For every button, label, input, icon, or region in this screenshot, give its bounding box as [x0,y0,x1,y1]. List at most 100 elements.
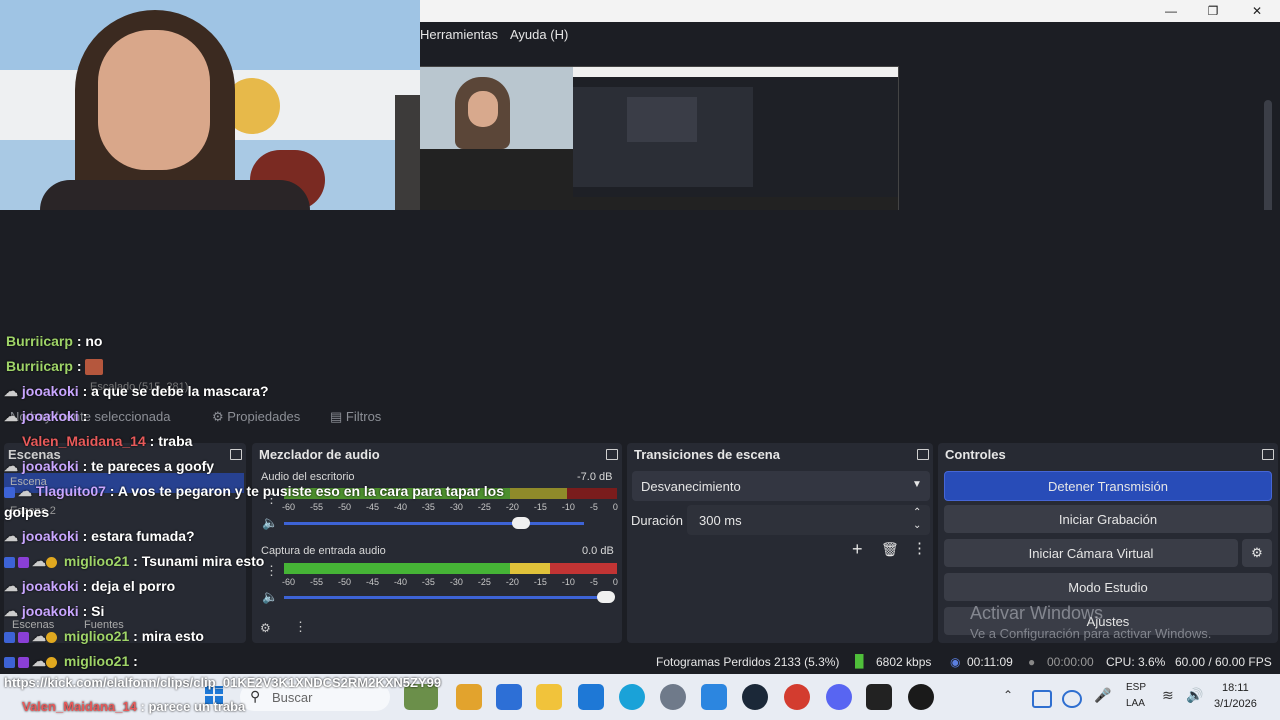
kebab-menu-icon[interactable]: ⋮ [294,619,307,635]
discord-icon[interactable] [826,684,852,710]
settings-icon[interactable] [660,684,686,710]
badge-icon [46,631,57,643]
chat-message: Valen_Maidana_14 : parece un traba [22,699,246,714]
preview-nested-window [573,77,898,197]
sync-icon[interactable] [1032,690,1052,708]
volume-slider-track[interactable] [284,596,604,599]
badge-icon [4,556,15,568]
dock-float-icon[interactable] [1262,449,1274,460]
steam-icon[interactable] [742,684,768,710]
speaker-icon[interactable]: 🔈 [262,515,278,531]
preview-webcam-thumb [415,67,575,149]
outlook-icon[interactable] [496,684,522,710]
watermark-line1: Activar Windows [970,603,1104,623]
preview-nested-titlebar [573,67,898,77]
streaming-icon: ◉ [950,655,961,669]
dock-float-icon[interactable] [917,449,929,460]
chevron-down-icon[interactable]: ⌄ [913,520,921,531]
chat-message: ☁ miglioo21 : mira esto [0,628,204,645]
volume-slider-track[interactable] [284,522,584,525]
volume-slider-handle[interactable] [597,591,615,603]
file-explorer-icon[interactable] [536,684,562,710]
chevron-up-icon[interactable]: ⌃ [913,507,921,518]
menu-ayuda[interactable]: Ayuda (H) [510,27,568,42]
webcam-overlay [0,0,420,210]
store-icon[interactable] [578,684,604,710]
filters-button[interactable]: ▤ Filtros [330,409,381,425]
badge-icon: ☁ [32,653,46,669]
maximize-button[interactable]: ❐ [1190,0,1236,22]
epic-games-icon[interactable] [866,684,892,710]
keyboard-layout-indicator[interactable]: LAA [1126,698,1145,709]
start-virtual-camera-button[interactable]: Iniciar Cámara Virtual [944,539,1238,567]
menubar: Herramientas Ayuda (H) [420,22,1280,46]
minimize-button[interactable]: — [1148,0,1194,22]
badge-icon: ☁ [4,458,18,474]
microphone-icon[interactable]: 🎤 [1094,687,1111,704]
chrome-icon[interactable] [784,684,810,710]
windows-activation-watermark: Activar Windows Ve a Configuración para … [970,603,1211,641]
chat-message: ☁ miglioo21 : Tsunami mira esto [0,553,264,570]
language-indicator[interactable]: ESP [1126,682,1146,693]
clock-time[interactable]: 18:11 [1222,682,1249,694]
watermark-line2: Ve a Configuración para activar Windows. [970,626,1212,641]
search-placeholder: Buscar [272,690,313,705]
properties-button[interactable]: ⚙ Propiedades [212,409,300,425]
trash-icon[interactable]: 🗑 [881,541,899,558]
add-transition-icon[interactable]: + [852,539,863,560]
gear-icon: ⚙ [212,409,228,424]
badge-icon: ☁ [4,578,18,594]
chat-message: ☁ jooakoki : a que se debe la mascara? [4,383,269,399]
audio-mixer-dock: Mezclador de audio Audio del escritorio … [252,443,622,643]
volume-slider-handle[interactable] [512,517,530,529]
chat-message: ☁ jooakoki : te pareces a goofy [4,458,215,474]
close-button[interactable]: ✕ [1234,0,1280,22]
copilot-icon[interactable] [456,684,482,710]
mixer-settings-icon[interactable]: ⚙ [260,621,271,635]
channel-db: 0.0 dB [582,545,614,557]
badge-icon [46,556,57,568]
duration-spinbox[interactable]: 300 ms ⌃ ⌄ [687,505,930,535]
duration-value: 300 ms [699,513,742,528]
chat-message: Burriicarp : [0,358,104,376]
dock-float-icon[interactable] [606,449,618,460]
chevron-up-icon[interactable]: ⌃ [1003,688,1013,702]
kebab-menu-icon[interactable]: ⋮ [265,563,278,579]
badge-icon [46,656,57,668]
chat-message: golpes [4,504,50,520]
obs-icon[interactable] [908,684,934,710]
channel-name: Captura de entrada audio [261,545,386,557]
chat-message: ☁ jooakoki : estara fumada? [4,528,195,544]
virtual-camera-settings-button[interactable]: ⚙ [1242,539,1272,567]
network-app-icon[interactable] [1062,690,1082,708]
kebab-menu-icon[interactable]: ⋮ [912,539,927,557]
volume-icon[interactable]: 🔊 [1186,687,1203,704]
badge-icon [18,556,29,568]
edge-icon[interactable] [619,684,645,710]
start-recording-button[interactable]: Iniciar Grabación [944,505,1272,533]
clock-date[interactable]: 3/1/2026 [1214,698,1257,710]
stream-time-label: 00:11:09 [967,655,1013,669]
speaker-icon[interactable]: 🔈 [262,589,278,605]
record-time-label: 00:00:00 [1047,655,1094,669]
badge-icon: ☁ [32,553,46,569]
record-icon: ● [1028,655,1036,669]
dock-float-icon[interactable] [230,449,242,460]
chat-message: ☁ jooakoki : Si [4,603,105,619]
cpu-label: CPU: 3.6% [1106,655,1166,669]
wifi-icon[interactable]: ≋ [1162,687,1174,704]
filter-icon: ▤ [330,409,346,424]
menu-herramientas[interactable]: Herramientas [420,27,498,42]
studio-mode-button[interactable]: Modo Estudio [944,573,1272,601]
controls-title: Controles [945,447,1006,462]
background-object [395,95,420,210]
badge-icon [4,656,15,668]
badge-icon: ☁ [4,528,18,544]
badge-icon [4,631,15,643]
emote-icon [85,359,104,376]
person-face [98,30,210,170]
stop-streaming-button[interactable]: Detener Transmisión [944,471,1272,501]
paint-icon[interactable] [701,684,727,710]
frames-dropped-label: Fotogramas Perdidos 2133 (5.3%) [656,655,840,669]
transition-select[interactable]: Desvanecimiento ▼ [632,471,930,501]
